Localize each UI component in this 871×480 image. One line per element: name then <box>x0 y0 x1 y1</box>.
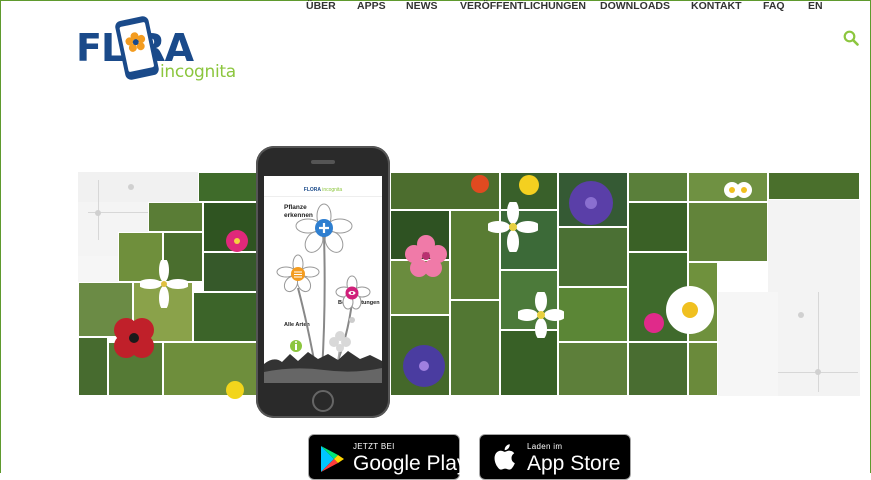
apple-badge-small-text: Laden im <box>527 442 563 451</box>
pink-flower <box>226 230 248 252</box>
circuit-background <box>78 172 198 202</box>
flora-incognita-logo[interactable]: FL RA incognita <box>76 15 246 88</box>
phone-speaker <box>311 160 335 164</box>
circuit-node <box>128 184 134 190</box>
flower-photo <box>78 337 108 396</box>
white-flower <box>724 182 752 198</box>
flower-photo <box>628 342 688 396</box>
nav-item-apps[interactable]: APPS <box>357 0 386 12</box>
flower-photo <box>688 342 718 396</box>
circuit-line <box>818 292 819 392</box>
yellow-flower <box>226 381 244 399</box>
flower-photo <box>558 342 628 396</box>
white-anemone-flower <box>488 202 538 252</box>
purple-geranium-flower <box>569 181 613 225</box>
red-flower <box>471 175 489 193</box>
nav-item-kontakt[interactable]: KONTAKT <box>691 0 742 12</box>
flower-photo <box>628 202 688 252</box>
app-title: FLORA <box>303 187 321 193</box>
pink-flower <box>405 235 447 277</box>
pink-flower <box>644 313 664 333</box>
logo-phone-icon <box>114 15 160 81</box>
hero-flower-mosaic <box>78 172 860 399</box>
flower-photo <box>198 172 258 202</box>
smartphone-mockup: FLORA incognita Pflanze erkennen Meine B… <box>256 146 390 418</box>
flower-photo <box>450 300 500 396</box>
daisy-flower <box>666 286 714 334</box>
nav-item-veroeffentlichungen[interactable]: VERÖFFENTLICHUNGEN <box>460 0 586 12</box>
circuit-background <box>768 200 860 396</box>
phone-home-button[interactable] <box>312 390 334 412</box>
flower-photo <box>193 292 258 342</box>
google-badge-store-name: Google Play <box>353 452 468 475</box>
circuit-background <box>718 292 778 396</box>
apple-badge-store-name: App Store <box>527 452 621 475</box>
phone-screen: FLORA incognita Pflanze erkennen Meine B… <box>264 176 382 383</box>
red-poppy-flower <box>114 318 154 358</box>
google-play-icon <box>321 446 344 472</box>
white-anemone-flower <box>518 292 564 338</box>
purple-geranium-flower <box>403 345 445 387</box>
nav-item-ueber[interactable]: ÜBER <box>306 0 336 12</box>
circuit-node <box>798 312 804 318</box>
flower-photo <box>148 202 203 232</box>
apple-icon <box>494 444 515 470</box>
app-title-sub: incognita <box>322 187 343 193</box>
google-play-badge[interactable]: JETZT BEI Google Play <box>308 434 467 480</box>
flower-photo <box>558 227 628 287</box>
logo-subtitle: incognita <box>160 62 236 82</box>
flower-photo <box>768 172 860 200</box>
nav-item-language-en[interactable]: EN <box>808 0 823 12</box>
circuit-node <box>95 210 101 216</box>
flower-photo <box>628 172 688 202</box>
app-store-badge[interactable]: Laden im App Store <box>479 434 631 480</box>
search-icon[interactable] <box>843 30 859 46</box>
flower-photo <box>203 252 258 292</box>
phone-flower-menu-graphic <box>264 203 382 383</box>
flower-photo <box>688 202 768 262</box>
nav-item-faq[interactable]: FAQ <box>763 0 785 12</box>
circuit-node <box>815 369 821 375</box>
yellow-flower <box>519 175 539 195</box>
flower-photo <box>558 287 628 342</box>
nav-item-downloads[interactable]: DOWNLOADS <box>600 0 670 12</box>
nav-item-news[interactable]: NEWS <box>406 0 438 12</box>
white-lily-flower <box>140 260 188 308</box>
phone-status-bar <box>264 176 382 184</box>
google-badge-small-text: JETZT BEI <box>353 442 395 451</box>
flower-photo <box>500 330 558 396</box>
